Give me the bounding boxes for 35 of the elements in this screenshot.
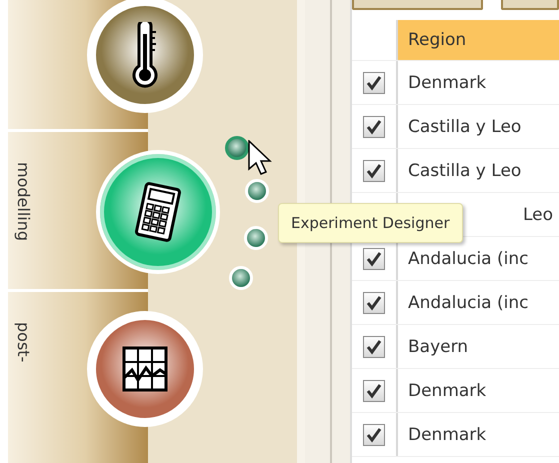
table-cell: Castilla y Leo — [408, 160, 522, 180]
checkbox[interactable] — [363, 336, 385, 358]
checkmark-icon — [366, 162, 382, 178]
table-cell: Castilla y Leo — [408, 116, 522, 136]
table-cell: Leo — [523, 204, 554, 224]
table-cell: Denmark — [408, 424, 486, 444]
sub-menu-dot[interactable] — [225, 136, 249, 160]
checkmark-icon — [366, 250, 382, 266]
cursor-icon — [248, 140, 272, 176]
checkbox[interactable] — [363, 248, 385, 270]
table-cell: Bayern — [408, 336, 468, 356]
checkmark-icon — [366, 382, 382, 398]
tooltip: Experiment Designer — [278, 203, 463, 243]
calculator-icon — [133, 182, 183, 242]
checkbox[interactable] — [363, 160, 385, 182]
toolbar-button[interactable] — [352, 0, 484, 10]
table-cell: Andalucia (inc — [408, 292, 528, 312]
checkmark-icon — [366, 338, 382, 354]
checkmark-icon — [366, 118, 382, 134]
checkmark-icon — [366, 294, 382, 310]
table-cell: Denmark — [408, 72, 486, 92]
chart-grid-icon — [122, 346, 168, 392]
side-tab[interactable]: post- — [14, 322, 33, 362]
checkbox[interactable] — [363, 380, 385, 402]
table-cell: Denmark — [408, 380, 486, 400]
checkmark-icon — [366, 74, 382, 90]
side-tab[interactable]: modelling — [14, 162, 33, 242]
checkbox[interactable] — [363, 72, 385, 94]
checkbox[interactable] — [363, 292, 385, 314]
toolbar-button[interactable] — [501, 0, 559, 10]
checkbox[interactable] — [363, 116, 385, 138]
checkbox[interactable] — [363, 424, 385, 446]
column-header[interactable]: Region — [398, 20, 559, 60]
table-cell: Andalucia (inc — [408, 248, 528, 268]
checkmark-icon — [366, 426, 382, 442]
